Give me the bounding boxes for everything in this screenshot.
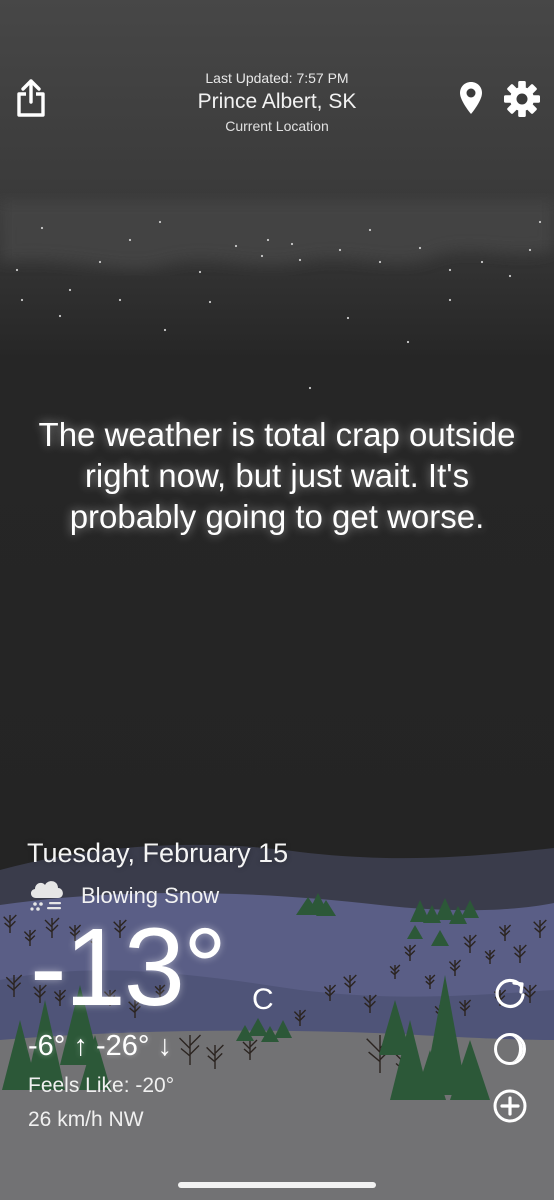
star: [308, 386, 312, 390]
current-temperature: -13°: [30, 906, 227, 1029]
star: [528, 248, 532, 252]
moon-icon: [494, 1033, 526, 1065]
add-icon: [493, 1089, 527, 1123]
star: [98, 260, 102, 264]
high-low-temperature: -6° ↑ -26° ↓: [28, 1030, 173, 1062]
location-pin-icon: [460, 82, 482, 114]
star: [480, 260, 484, 264]
star: [338, 248, 342, 252]
star: [208, 300, 212, 304]
location-label: Current Location: [225, 118, 329, 134]
location-button[interactable]: [458, 80, 484, 116]
star: [508, 274, 512, 278]
moon-phase-button[interactable]: [492, 1031, 528, 1067]
star: [158, 220, 162, 224]
refresh-icon: [495, 978, 525, 1008]
star: [58, 314, 62, 318]
star: [128, 238, 132, 242]
gear-icon: [504, 81, 540, 117]
wind-speed: 26 km/h NW: [28, 1108, 144, 1131]
star: [298, 258, 302, 262]
refresh-button[interactable]: [492, 975, 528, 1011]
star: [20, 298, 24, 302]
feels-like: Feels Like: -20°: [28, 1074, 175, 1097]
star: [118, 298, 122, 302]
star: [378, 260, 382, 264]
settings-button[interactable]: [503, 80, 541, 118]
temperature-unit[interactable]: C: [252, 983, 274, 1017]
header: Last Updated: 7:57 PM Prince Albert, SK …: [0, 0, 554, 160]
star: [198, 270, 202, 274]
star: [260, 254, 264, 258]
home-indicator: [178, 1182, 376, 1188]
star: [418, 246, 422, 250]
star: [406, 340, 410, 344]
star: [448, 298, 452, 302]
star: [290, 242, 294, 246]
star: [234, 244, 238, 248]
star: [163, 328, 167, 332]
star: [15, 268, 19, 272]
weather-message: The weather is total crap outside right …: [38, 416, 516, 535]
star: [346, 316, 350, 320]
add-location-button[interactable]: [492, 1088, 528, 1124]
star: [448, 268, 452, 272]
star: [266, 238, 270, 242]
star: [368, 228, 372, 232]
star: [538, 220, 542, 224]
forecast-date: Tuesday, February 15: [27, 838, 289, 868]
star: [68, 288, 72, 292]
star: [40, 226, 44, 230]
